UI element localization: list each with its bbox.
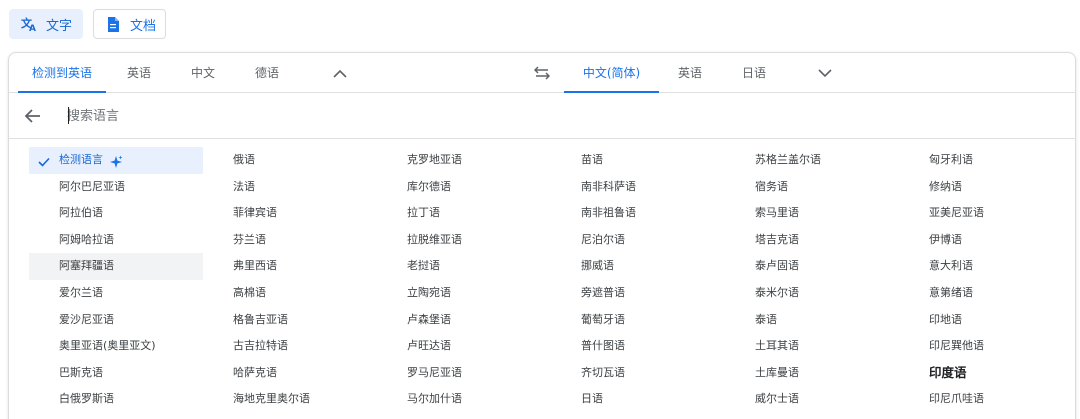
text-caret (68, 107, 69, 124)
language-item[interactable]: 哈萨克语 (203, 360, 377, 387)
tab-detected-english[interactable]: 检测到英语 (18, 53, 106, 93)
language-item[interactable]: 印地语 (899, 307, 1073, 334)
language-item[interactable]: 挪威语 (551, 253, 725, 280)
language-search-input[interactable] (67, 105, 567, 127)
language-item[interactable]: 高棉语 (203, 280, 377, 307)
language-item[interactable]: 泰米尔语 (725, 280, 899, 307)
text-mode-label: 文字 (46, 18, 73, 34)
language-item[interactable]: 菲律宾语 (203, 200, 377, 227)
language-item[interactable]: 库尔德语 (377, 174, 551, 201)
document-mode-label: 文档 (130, 18, 157, 34)
language-column: 俄语 法语 菲律宾语 芬兰语 弗里西语 高棉语 格鲁吉亚语 古吉拉特语 哈萨克语… (203, 147, 377, 413)
language-column: 克罗地亚语 库尔德语 拉丁语 拉脱维亚语 老挝语 立陶宛语 卢森堡语 卢旺达语 … (377, 147, 551, 413)
language-column: 苗语 南非科萨语 南非祖鲁语 尼泊尔语 挪威语 旁遮普语 葡萄牙语 普什图语 齐… (551, 147, 725, 413)
language-item[interactable]: 阿姆哈拉语 (29, 227, 203, 254)
language-item[interactable]: 宿务语 (725, 174, 899, 201)
language-item[interactable]: 白俄罗斯语 (29, 386, 203, 413)
language-item[interactable]: 印尼巽他语 (899, 333, 1073, 360)
language-item[interactable]: 南非科萨语 (551, 174, 725, 201)
language-item[interactable]: 海地克里奥尔语 (203, 386, 377, 413)
language-label: 检测语言 (59, 153, 103, 166)
tab-source-german[interactable]: 德语 (242, 53, 292, 93)
language-item[interactable]: 立陶宛语 (377, 280, 551, 307)
language-item[interactable]: 卢旺达语 (377, 333, 551, 360)
language-column: 苏格兰盖尔语 宿务语 索马里语 塔吉克语 泰卢固语 泰米尔语 泰语 土耳其语 土… (725, 147, 899, 413)
language-item[interactable]: 土库曼语 (725, 360, 899, 387)
language-item[interactable]: 卢森堡语 (377, 307, 551, 334)
language-item[interactable]: 马尔加什语 (377, 386, 551, 413)
language-item[interactable]: 亚美尼亚语 (899, 200, 1073, 227)
text-mode-button[interactable]: 文 A 文字 (9, 9, 83, 39)
chevron-down-icon[interactable] (815, 63, 835, 83)
language-item[interactable]: 阿塞拜疆语 (29, 253, 203, 280)
language-item[interactable]: 意大利语 (899, 253, 1073, 280)
mode-bar: 文 A 文字 文档 (0, 0, 1080, 52)
language-item[interactable]: 巴斯克语 (29, 360, 203, 387)
language-item[interactable]: 齐切瓦语 (551, 360, 725, 387)
translate-icon: 文 A (21, 16, 37, 32)
tab-target-english[interactable]: 英语 (665, 53, 715, 93)
document-icon (105, 16, 121, 32)
language-item[interactable]: 阿拉伯语 (29, 200, 203, 227)
language-item[interactable]: 弗里西语 (203, 253, 377, 280)
language-item[interactable]: 南非祖鲁语 (551, 200, 725, 227)
language-item[interactable]: 尼泊尔语 (551, 227, 725, 254)
document-mode-button[interactable]: 文档 (93, 9, 166, 39)
language-item[interactable]: 塔吉克语 (725, 227, 899, 254)
language-item[interactable]: 修纳语 (899, 174, 1073, 201)
translation-card: 检测到英语 英语 中文 德语 中文(简体) 英语 日语 搜索语言 检测语言 阿尔… (8, 52, 1076, 419)
tab-target-chinese-simplified[interactable]: 中文(简体) (564, 53, 659, 93)
language-item[interactable]: 伊博语 (899, 227, 1073, 254)
language-item[interactable]: 爱沙尼亚语 (29, 307, 203, 334)
language-column: 检测语言 阿尔巴尼亚语 阿拉伯语 阿姆哈拉语 阿塞拜疆语 爱尔兰语 爱沙尼亚语 … (29, 147, 203, 413)
language-search-row (9, 93, 1075, 139)
language-item[interactable]: 印尼爪哇语 (899, 386, 1073, 413)
language-item[interactable]: 泰卢固语 (725, 253, 899, 280)
language-item[interactable]: 日语 (551, 386, 725, 413)
language-item[interactable]: 苗语 (551, 147, 725, 174)
language-item[interactable]: 罗马尼亚语 (377, 360, 551, 387)
language-column: 匈牙利语 修纳语 亚美尼亚语 伊博语 意大利语 意第绪语 印地语 印尼巽他语 印… (899, 147, 1073, 413)
language-bar: 检测到英语 英语 中文 德语 中文(简体) 英语 日语 (9, 53, 1075, 93)
language-item[interactable]: 奥里亚语(奥里亚文) (29, 333, 203, 360)
check-icon (37, 153, 51, 167)
language-item[interactable]: 苏格兰盖尔语 (725, 147, 899, 174)
language-item[interactable]: 泰语 (725, 307, 899, 334)
language-item[interactable]: 格鲁吉亚语 (203, 307, 377, 334)
language-item[interactable]: 索马里语 (725, 200, 899, 227)
language-item[interactable]: 葡萄牙语 (551, 307, 725, 334)
language-item[interactable]: 古吉拉特语 (203, 333, 377, 360)
tab-target-japanese[interactable]: 日语 (729, 53, 779, 93)
language-item[interactable]: 意第绪语 (899, 280, 1073, 307)
language-item[interactable]: 土耳其语 (725, 333, 899, 360)
language-item[interactable]: 旁遮普语 (551, 280, 725, 307)
language-item-detect[interactable]: 检测语言 (29, 147, 203, 174)
sparkle-icon (109, 153, 123, 168)
language-item[interactable]: 俄语 (203, 147, 377, 174)
tab-source-english[interactable]: 英语 (114, 53, 164, 93)
tab-source-chinese[interactable]: 中文 (178, 53, 228, 93)
language-item[interactable]: 克罗地亚语 (377, 147, 551, 174)
language-item[interactable]: 印度语 (899, 360, 1073, 387)
language-item[interactable]: 爱尔兰语 (29, 280, 203, 307)
language-item[interactable]: 法语 (203, 174, 377, 201)
language-item[interactable]: 老挝语 (377, 253, 551, 280)
language-item[interactable]: 拉丁语 (377, 200, 551, 227)
language-item[interactable]: 普什图语 (551, 333, 725, 360)
language-item[interactable]: 芬兰语 (203, 227, 377, 254)
language-item[interactable]: 威尔士语 (725, 386, 899, 413)
language-item[interactable]: 拉脱维亚语 (377, 227, 551, 254)
language-item[interactable]: 阿尔巴尼亚语 (29, 174, 203, 201)
svg-text:A: A (29, 24, 36, 32)
language-item[interactable]: 匈牙利语 (899, 147, 1073, 174)
chevron-up-icon[interactable] (330, 63, 350, 83)
back-arrow-icon[interactable] (23, 106, 43, 126)
swap-icon[interactable] (532, 63, 552, 83)
